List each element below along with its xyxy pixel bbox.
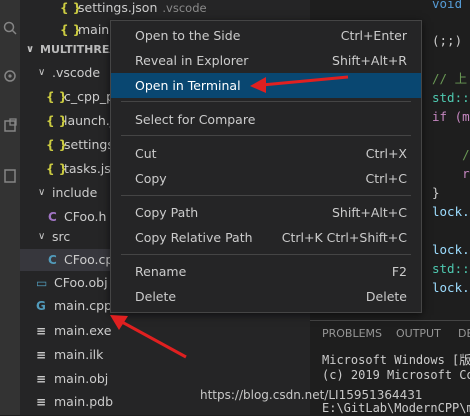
menu-item-label: Copy Relative Path xyxy=(135,230,253,245)
menu-item-rename[interactable]: Rename F2 xyxy=(111,259,421,284)
code-comment: // 上 xyxy=(432,71,468,86)
code-line: } xyxy=(432,185,440,200)
menu-item-label: Delete xyxy=(135,289,177,304)
menu-item-label: Copy xyxy=(135,171,167,186)
menu-item-cut[interactable]: Cut Ctrl+X xyxy=(111,141,421,166)
terminal-line: E:\GitLab\ModernCPP\m xyxy=(322,401,470,415)
c-file-icon: C xyxy=(48,253,57,267)
chevron-down-icon: ∨ xyxy=(26,44,35,55)
list-item[interactable]: ≡ main.ilk xyxy=(20,344,310,366)
menu-item-shortcut: Ctrl+Enter xyxy=(340,28,407,43)
file-name: launch.j xyxy=(64,113,114,128)
chevron-down-icon: ∨ xyxy=(38,231,46,242)
list-item[interactable]: { } settings.json .vscode xyxy=(20,0,310,19)
tab-output[interactable]: OUTPUT xyxy=(396,327,441,340)
c-file-icon: C xyxy=(48,210,57,224)
code-line: lock. xyxy=(432,242,470,257)
file-name: settings.json xyxy=(78,0,158,15)
debug-icon[interactable] xyxy=(2,118,18,134)
code-line: if (m xyxy=(432,109,470,124)
menu-separator xyxy=(121,101,411,102)
file-name: main. xyxy=(78,22,114,37)
file-name: main.exe xyxy=(54,323,112,338)
file-name: CFoo.cp xyxy=(64,252,114,267)
code-line: lock. xyxy=(432,204,470,219)
binary-file-icon: ≡ xyxy=(36,372,47,386)
menu-separator xyxy=(121,254,411,255)
menu-item-label: Reveal in Explorer xyxy=(135,53,249,68)
menu-item-open-in-terminal[interactable]: Open in Terminal xyxy=(111,73,421,98)
cpp-file-icon: G xyxy=(36,299,46,313)
activity-bar xyxy=(0,0,20,415)
code-line: (;;) xyxy=(432,33,463,48)
tab-problems[interactable]: PROBLEMS xyxy=(322,327,382,340)
folder-hint: .vscode xyxy=(162,1,207,15)
file-name: main.ilk xyxy=(54,347,104,362)
menu-item-copy-relative-path[interactable]: Copy Relative Path Ctrl+K Ctrl+Shift+C xyxy=(111,225,421,250)
source-control-icon[interactable] xyxy=(2,68,18,84)
file-name: CFoo.obj xyxy=(54,275,108,290)
object-file-icon: ▭ xyxy=(36,276,48,290)
code-line: std:: xyxy=(432,90,470,105)
chevron-down-icon: ∨ xyxy=(38,67,46,78)
menu-item-open-to-side[interactable]: Open to the Side Ctrl+Enter xyxy=(111,23,421,48)
binary-file-icon: ≡ xyxy=(36,348,47,362)
chevron-down-icon: ∨ xyxy=(38,187,46,198)
list-item[interactable]: ≡ main.exe xyxy=(20,320,310,342)
menu-item-copy-path[interactable]: Copy Path Shift+Alt+C xyxy=(111,200,421,225)
search-icon[interactable] xyxy=(2,20,18,36)
menu-item-shortcut: Shift+Alt+C xyxy=(331,205,407,220)
menu-item-label: Cut xyxy=(135,146,157,161)
code-line: std:: xyxy=(432,261,470,276)
menu-item-reveal-in-explorer[interactable]: Reveal in Explorer Shift+Alt+R xyxy=(111,48,421,73)
code-comment: / xyxy=(432,147,470,162)
tab-debug[interactable]: DE xyxy=(458,327,470,340)
terminal-line: (c) 2019 Microsoft Co xyxy=(322,368,470,382)
menu-separator xyxy=(121,135,411,136)
file-name: main.cpp xyxy=(54,298,112,313)
menu-item-select-for-compare[interactable]: Select for Compare xyxy=(111,107,421,132)
code-line: lock. xyxy=(432,280,470,295)
folder-name: src xyxy=(52,229,71,244)
context-menu: Open to the Side Ctrl+Enter Reveal in Ex… xyxy=(110,20,422,313)
code-line: r xyxy=(432,166,470,181)
file-name: c_cpp_p xyxy=(64,89,115,104)
menu-item-shortcut: Ctrl+K Ctrl+Shift+C xyxy=(281,230,407,245)
file-name: main.pdb xyxy=(54,394,114,409)
watermark: https://blog.csdn.net/LI15951364431 xyxy=(200,388,423,402)
menu-item-label: Select for Compare xyxy=(135,112,256,127)
menu-item-copy[interactable]: Copy Ctrl+C xyxy=(111,166,421,191)
file-name: main.obj xyxy=(54,371,109,386)
terminal-line: Microsoft Windows [版 xyxy=(322,353,470,367)
menu-item-delete[interactable]: Delete Delete xyxy=(111,284,421,309)
menu-item-shortcut: Ctrl+X xyxy=(365,146,407,161)
extensions-icon[interactable] xyxy=(2,168,18,184)
folder-name: .vscode xyxy=(52,65,101,80)
menu-item-label: Rename xyxy=(135,264,187,279)
menu-item-shortcut: Delete xyxy=(365,289,407,304)
section-title: MULTITHREA xyxy=(40,43,118,56)
file-name: CFoo.h xyxy=(64,209,107,224)
binary-file-icon: ≡ xyxy=(36,395,47,409)
code-line: void CFoo:: xyxy=(432,0,470,11)
menu-item-label: Open in Terminal xyxy=(135,78,241,93)
file-name: settings xyxy=(64,137,114,152)
binary-file-icon: ≡ xyxy=(36,324,47,338)
menu-item-label: Copy Path xyxy=(135,205,199,220)
menu-item-shortcut: F2 xyxy=(391,264,407,279)
menu-item-shortcut: Ctrl+C xyxy=(365,171,407,186)
folder-name: include xyxy=(52,185,98,200)
menu-separator xyxy=(121,195,411,196)
list-item[interactable]: ≡ main.obj xyxy=(20,368,310,390)
menu-item-shortcut: Shift+Alt+R xyxy=(332,53,407,68)
menu-item-label: Open to the Side xyxy=(135,28,241,43)
